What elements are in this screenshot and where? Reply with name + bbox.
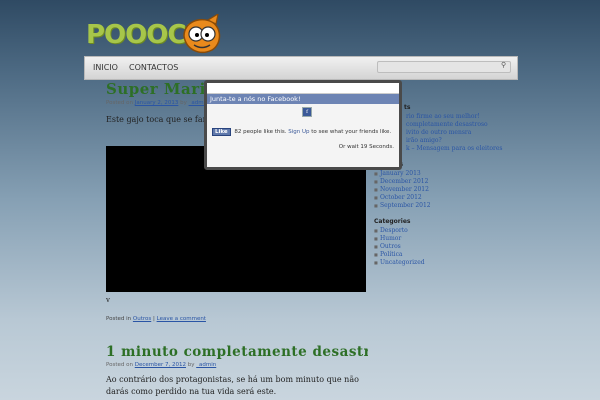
author-link[interactable]: _admin [196, 362, 216, 368]
like-box: Like 82 people like this. Sign Up to see… [212, 128, 391, 136]
category-link[interactable]: Política [374, 251, 504, 259]
category-link[interactable]: Outros [374, 243, 504, 251]
post-date-link[interactable]: January 2, 2013 [135, 100, 179, 106]
category-link[interactable]: Outros [133, 316, 151, 322]
popup-title: Junta-te a nós no Facebook! [207, 94, 399, 104]
site-logo[interactable]: POOOCH [86, 14, 236, 58]
like-count-text: 82 people like this. [234, 129, 287, 135]
facebook-page-thumbnail[interactable]: f [302, 107, 312, 117]
popup-top-bar [207, 83, 399, 94]
post-excerpt: Ao contrário dos protagonistas, se há um… [106, 375, 359, 396]
post-text-fragment: v [106, 296, 110, 304]
archive-link[interactable]: September 2012 [374, 202, 504, 210]
signup-link[interactable]: Sign Up [288, 129, 309, 135]
nav-item-inicio[interactable]: INICIO [85, 57, 126, 79]
category-link[interactable]: Desporto [374, 227, 504, 235]
facebook-popup: Junta-te a nós no Facebook! f Like 82 pe… [204, 80, 402, 170]
search-icon[interactable]: ⚲ [501, 61, 506, 69]
post-title[interactable]: 1 minuto completamente desastroso [106, 344, 368, 360]
archive-link[interactable]: October 2012 [374, 194, 504, 202]
signup-suffix: to see what your friends like. [311, 129, 392, 135]
post-meta: Posted on December 7, 2012 by _admin [106, 362, 217, 368]
search-input[interactable] [377, 61, 511, 73]
category-link[interactable]: Humor [374, 235, 504, 243]
categories-heading: Categories [374, 218, 411, 225]
post-2: 1 minuto completamente desastroso Posted… [106, 344, 368, 398]
post-footer: Posted in Outros | Leave a comment [106, 316, 206, 322]
post-date-link[interactable]: December 7, 2012 [135, 362, 186, 368]
mascot-icon [183, 14, 221, 54]
countdown-text: Or wait 19 Seconds. [338, 144, 394, 150]
archive-link[interactable]: November 2012 [374, 186, 504, 194]
category-link[interactable]: Uncategorized [374, 259, 504, 267]
archive-link[interactable]: December 2012 [374, 178, 504, 186]
archives-list: January 2013 December 2012 November 2012… [374, 170, 504, 210]
nav-item-contactos[interactable]: CONTACTOS [121, 57, 186, 79]
archive-link[interactable]: January 2013 [374, 170, 504, 178]
like-button[interactable]: Like [212, 128, 231, 136]
categories-list: Desporto Humor Outros Política Uncategor… [374, 227, 504, 267]
leave-comment-link[interactable]: Leave a comment [157, 316, 206, 322]
main-navbar: INICIO CONTACTOS [84, 56, 518, 80]
